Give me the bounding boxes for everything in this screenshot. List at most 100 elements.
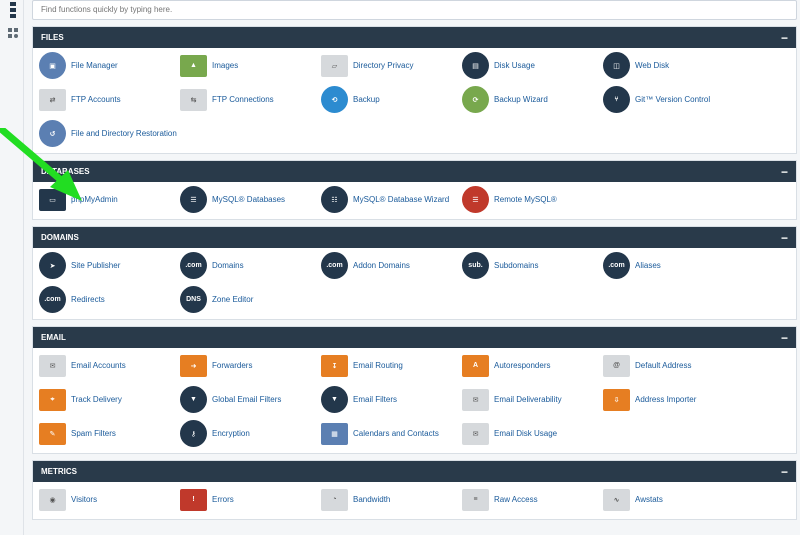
folder-icon: ▱ — [321, 54, 348, 77]
databases-panel: DATABASES − ▭ phpMyAdmin ☰ MySQL® Database… — [32, 160, 797, 220]
redirects-item[interactable]: .com Redirects — [39, 286, 180, 313]
default-address-icon: @ — [603, 354, 630, 377]
email-filters-item[interactable]: ▼ Email Filters — [321, 386, 462, 413]
backup-wizard-item[interactable]: ⟳ Backup Wizard — [462, 86, 603, 113]
raw-access-icon: ≡ — [462, 488, 489, 511]
panel-header-files[interactable]: FILES − — [33, 27, 796, 48]
ftp-accounts-item[interactable]: ⇄ FTP Accounts — [39, 86, 180, 113]
domains-icon: .com — [180, 252, 207, 279]
email-accounts-icon: ✉ — [39, 354, 66, 377]
forwarders-item[interactable]: ➜ Forwarders — [180, 352, 321, 379]
remote-mysql-icon: ☰ — [462, 186, 489, 213]
default-address-item[interactable]: @ Default Address — [603, 352, 744, 379]
subdomains-icon: sub. — [462, 252, 489, 279]
bandwidth-item[interactable]: ◔ Bandwidth — [321, 486, 462, 513]
aliases-icon: .com — [603, 252, 630, 279]
visitors-icon: ◉ — [39, 488, 66, 511]
images-item[interactable]: ▲ Images — [180, 52, 321, 79]
phpmyadmin-item[interactable]: ▭ phpMyAdmin — [39, 186, 180, 213]
site-publisher-item[interactable]: ➤ Site Publisher — [39, 252, 180, 279]
images-icon: ▲ — [180, 54, 207, 77]
files-panel: FILES − ▣ File Manager ▲ Images ▱ Directory… — [32, 26, 797, 154]
search-input[interactable] — [41, 5, 788, 14]
domains-panel: DOMAINS − ➤ Site Publisher .com Domains .c… — [32, 226, 797, 320]
file-directory-restoration-item[interactable]: ↺ File and Directory Restoration — [39, 120, 180, 147]
forwarders-icon: ➜ — [180, 354, 207, 377]
remote-mysql-item[interactable]: ☰ Remote MySQL® — [462, 186, 603, 213]
global-email-filters-item[interactable]: ▼ Global Email Filters — [180, 386, 321, 413]
zone-editor-item[interactable]: DNS Zone Editor — [180, 286, 321, 313]
disk-usage-item[interactable]: ▤ Disk Usage — [462, 52, 603, 79]
ftp-accounts-icon: ⇄ — [39, 88, 66, 111]
panel-title: DOMAINS — [41, 233, 79, 242]
search-box[interactable] — [32, 0, 797, 20]
git-icon: ⑂ — [603, 86, 630, 113]
errors-item[interactable]: ! Errors — [180, 486, 321, 513]
subdomains-item[interactable]: sub. Subdomains — [462, 252, 603, 279]
menu-icon[interactable] — [10, 2, 16, 20]
grid-icon[interactable] — [8, 28, 18, 38]
addon-domains-item[interactable]: .com Addon Domains — [321, 252, 462, 279]
web-disk-item[interactable]: ◫ Web Disk — [603, 52, 744, 79]
global-filters-icon: ▼ — [180, 386, 207, 413]
redirects-icon: .com — [39, 286, 66, 313]
email-panel: EMAIL − ✉ Email Accounts ➜ Forwarders ↧ Ema… — [32, 326, 797, 454]
collapse-icon[interactable]: − — [781, 32, 788, 44]
email-deliverability-item[interactable]: ✉ Email Deliverability — [462, 386, 603, 413]
track-delivery-item[interactable]: ⌖ Track Delivery — [39, 386, 180, 413]
ftp-connections-item[interactable]: ⇆ FTP Connections — [180, 86, 321, 113]
file-manager-item[interactable]: ▣ File Manager — [39, 52, 180, 79]
panel-title: EMAIL — [41, 333, 66, 342]
directory-privacy-item[interactable]: ▱ Directory Privacy — [321, 52, 462, 79]
mysql-database-wizard-item[interactable]: ☷ MySQL® Database Wizard — [321, 186, 462, 213]
address-importer-icon: ⇩ — [603, 388, 630, 411]
spam-filters-item[interactable]: ✎ Spam Filters — [39, 420, 180, 447]
encryption-item[interactable]: ⚷ Encryption — [180, 420, 321, 447]
bandwidth-icon: ◔ — [321, 488, 348, 511]
encryption-icon: ⚷ — [180, 420, 207, 447]
disk-usage-icon: ▤ — [462, 52, 489, 79]
email-disk-usage-item[interactable]: ✉ Email Disk Usage — [462, 420, 603, 447]
domains-item[interactable]: .com Domains — [180, 252, 321, 279]
errors-icon: ! — [180, 488, 207, 511]
collapse-icon[interactable]: − — [781, 332, 788, 344]
awstats-item[interactable]: ∿ Awstats — [603, 486, 744, 513]
addon-domains-icon: .com — [321, 252, 348, 279]
dns-icon: DNS — [180, 286, 207, 313]
autoresponders-icon: A — [462, 354, 489, 377]
phpmyadmin-icon: ▭ — [39, 188, 66, 211]
panel-title: DATABASES — [41, 167, 90, 176]
panel-header-domains[interactable]: DOMAINS − — [33, 227, 796, 248]
panel-title: METRICS — [41, 467, 77, 476]
email-routing-icon: ↧ — [321, 354, 348, 377]
left-navigation-rail — [0, 0, 24, 535]
visitors-item[interactable]: ◉ Visitors — [39, 486, 180, 513]
mysql-databases-item[interactable]: ☰ MySQL® Databases — [180, 186, 321, 213]
web-disk-icon: ◫ — [603, 52, 630, 79]
panel-header-metrics[interactable]: METRICS − — [33, 461, 796, 482]
collapse-icon[interactable]: − — [781, 466, 788, 478]
backup-wizard-icon: ⟳ — [462, 86, 489, 113]
spam-filters-icon: ✎ — [39, 422, 66, 445]
collapse-icon[interactable]: − — [781, 232, 788, 244]
awstats-icon: ∿ — [603, 488, 630, 511]
autoresponders-item[interactable]: A Autoresponders — [462, 352, 603, 379]
calendar-icon: ▦ — [321, 422, 348, 445]
email-routing-item[interactable]: ↧ Email Routing — [321, 352, 462, 379]
backup-item[interactable]: ⟲ Backup — [321, 86, 462, 113]
aliases-item[interactable]: .com Aliases — [603, 252, 744, 279]
restore-icon: ↺ — [39, 120, 66, 147]
address-importer-item[interactable]: ⇩ Address Importer — [603, 386, 744, 413]
email-filters-icon: ▼ — [321, 386, 348, 413]
email-accounts-item[interactable]: ✉ Email Accounts — [39, 352, 180, 379]
collapse-icon[interactable]: − — [781, 166, 788, 178]
raw-access-item[interactable]: ≡ Raw Access — [462, 486, 603, 513]
panel-header-databases[interactable]: DATABASES − — [33, 161, 796, 182]
panel-header-email[interactable]: EMAIL − — [33, 327, 796, 348]
mysql-wizard-icon: ☷ — [321, 186, 348, 213]
backup-icon: ⟲ — [321, 86, 348, 113]
panel-title: FILES — [41, 33, 64, 42]
track-delivery-icon: ⌖ — [39, 388, 66, 411]
calendars-contacts-item[interactable]: ▦ Calendars and Contacts — [321, 420, 462, 447]
git-version-control-item[interactable]: ⑂ Git™ Version Control — [603, 86, 744, 113]
